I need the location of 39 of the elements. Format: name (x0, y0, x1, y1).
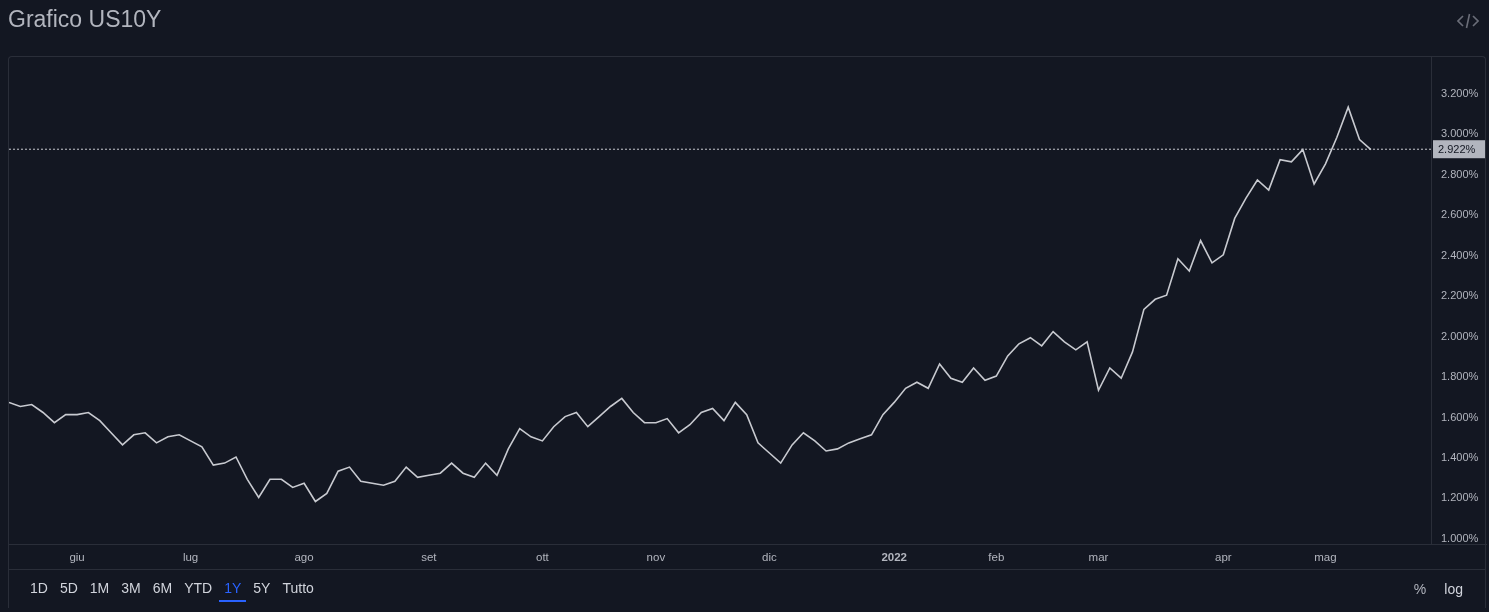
scale-option-button[interactable]: log (1438, 577, 1469, 601)
y-axis-label: 2.600% (1441, 208, 1479, 221)
range-tab[interactable]: 5Y (248, 576, 276, 602)
x-axis-label: apr (1215, 551, 1232, 563)
range-tab[interactable]: 3M (116, 576, 146, 602)
code-embed-icon[interactable] (1457, 13, 1479, 29)
x-axis-label: lug (182, 551, 199, 563)
range-tab[interactable]: 1D (25, 576, 53, 602)
x-axis-label: mar (1088, 551, 1109, 563)
y-axis-label: 3.200% (1441, 87, 1479, 99)
last-price-badge (1433, 140, 1485, 159)
x-axis-label: giu (69, 551, 85, 563)
y-axis-label: 1.600% (1441, 410, 1479, 423)
range-tab[interactable]: 1M (84, 576, 115, 602)
x-axis-label: nov (646, 551, 666, 563)
y-axis-label: 2.800% (1441, 167, 1479, 180)
y-axis-label: 2.400% (1441, 248, 1479, 261)
range-tab[interactable]: Tutto (277, 576, 319, 602)
y-axis-label: 2.000% (1441, 329, 1479, 342)
scale-option-button[interactable]: % (1407, 577, 1433, 601)
y-axis-label: 1.800% (1441, 370, 1479, 383)
x-axis-label: mag (1314, 551, 1337, 563)
range-tab[interactable]: 5D (54, 576, 83, 602)
x-axis-label: feb (988, 551, 1005, 563)
x-axis-label: dic (762, 551, 777, 563)
x-axis-label: ott (536, 551, 549, 563)
range-tab[interactable]: 6M (147, 576, 178, 602)
range-tab[interactable]: 1Y (219, 576, 247, 602)
last-price-label: 2.922% (1438, 143, 1476, 156)
y-axis-label: 1.400% (1441, 451, 1479, 464)
y-axis-label: 3.000% (1441, 127, 1479, 140)
x-axis-label: set (421, 551, 437, 563)
y-axis-label: 1.200% (1441, 491, 1479, 504)
chart-title: Grafico US10Y (8, 5, 162, 33)
y-axis-label: 1.000% (1441, 531, 1479, 544)
y-axis-label: 2.200% (1441, 289, 1479, 302)
x-axis-label: 2022 (881, 551, 907, 563)
range-tab[interactable]: YTD (179, 576, 218, 602)
x-axis-label: ago (294, 551, 314, 563)
